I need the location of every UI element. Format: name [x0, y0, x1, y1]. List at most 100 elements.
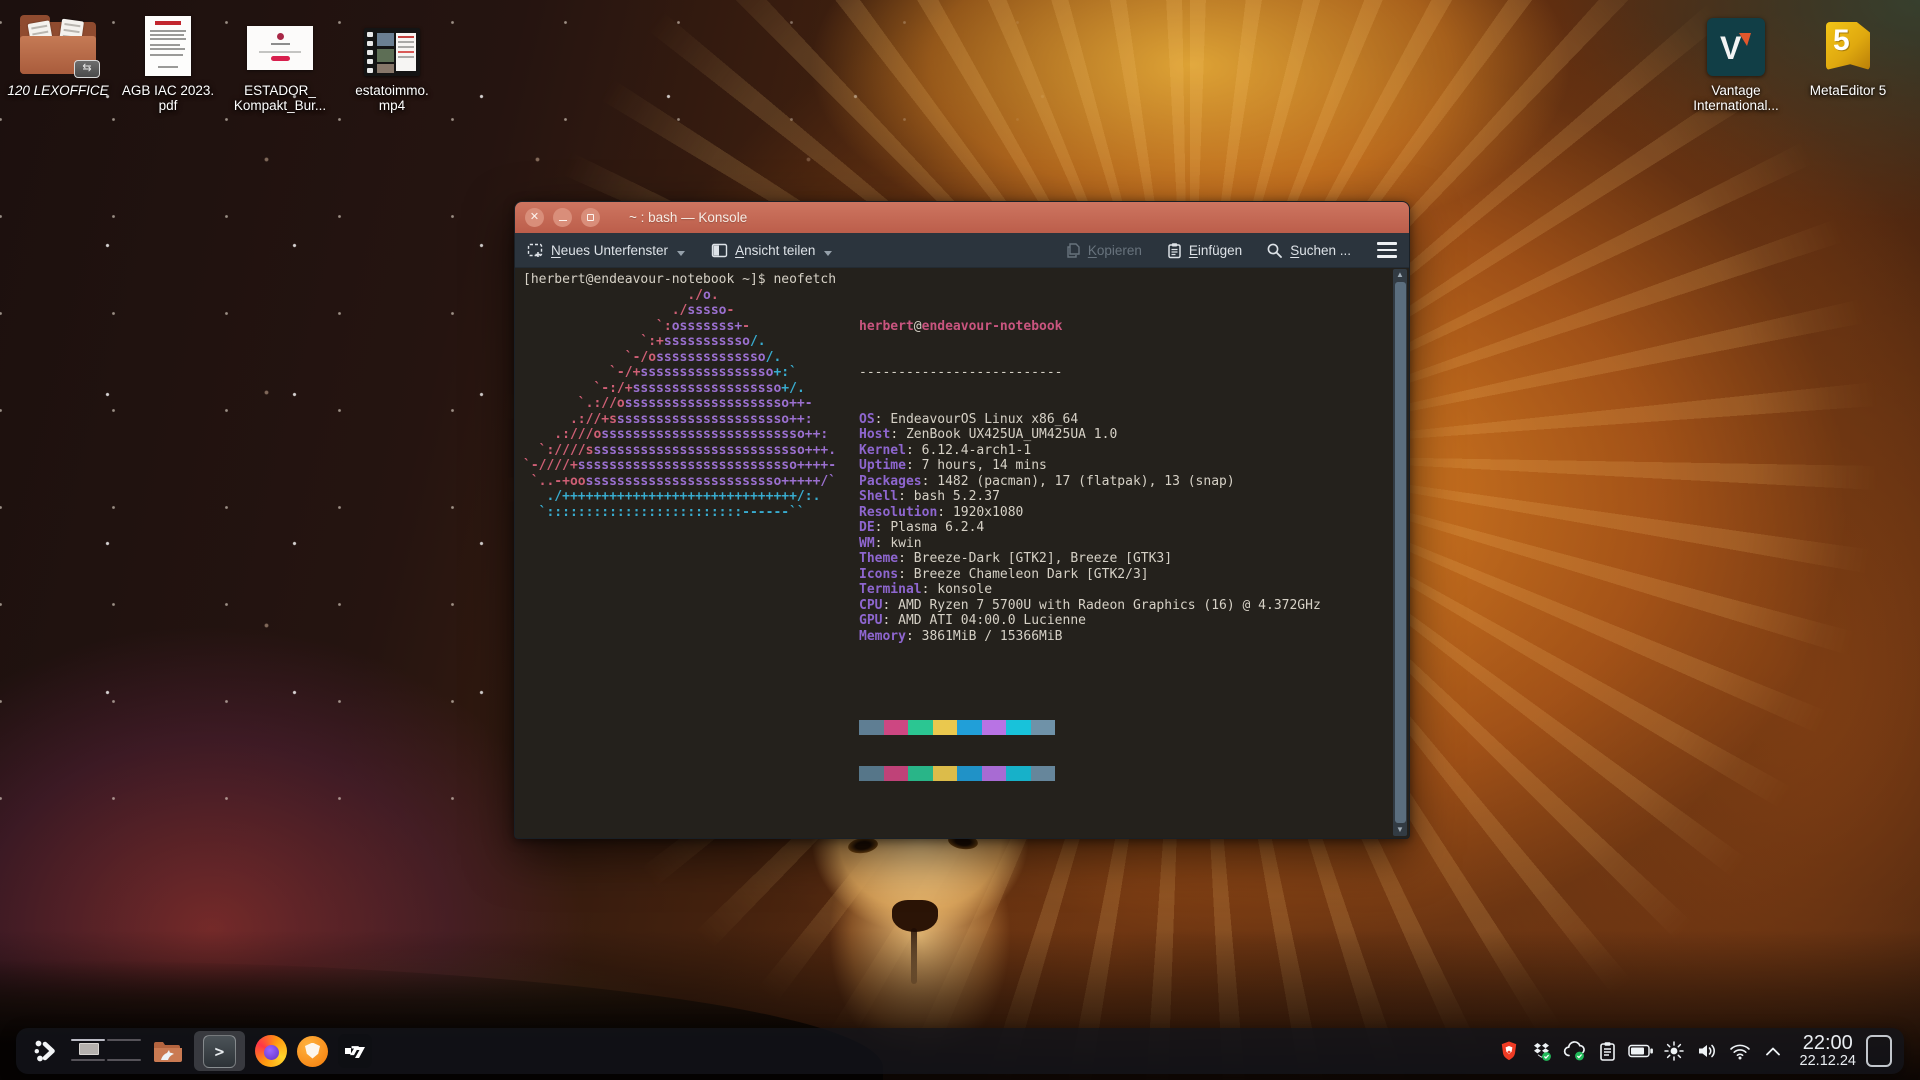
- palette-color-block: [1006, 720, 1031, 735]
- info-line: GPU: AMD ATI 04:00.0 Lucienne: [859, 613, 1321, 629]
- terminal-area[interactable]: [herbert@endeavour-notebook ~]$ neofetch…: [515, 268, 1409, 838]
- clock-time: 22:00: [1800, 1033, 1856, 1054]
- virtual-desktop-pager[interactable]: [71, 1031, 141, 1071]
- neofetch-title: herbert@endeavour-notebook: [859, 319, 1321, 335]
- paste-button[interactable]: Einfügen: [1166, 242, 1242, 259]
- search-icon: [1266, 242, 1283, 259]
- wifi-tray-icon[interactable]: [1727, 1036, 1753, 1066]
- pager-desktop-4[interactable]: [107, 1059, 141, 1061]
- desktop-icon-estador[interactable]: ESTADOR_ Kompakt_Bur...: [224, 12, 336, 114]
- brave-tray-icon[interactable]: [1496, 1036, 1522, 1066]
- info-line: Shell: bash 5.2.37: [859, 489, 1321, 505]
- vantage-logo-icon: V: [1707, 18, 1765, 76]
- scroll-down-arrow[interactable]: ▼: [1393, 824, 1407, 836]
- palette-color-block: [933, 766, 958, 781]
- art-line: ./++++++++++++++++++++++++++++++/:.: [523, 489, 859, 505]
- digital-clock[interactable]: 22:00 22.12.24: [1800, 1033, 1856, 1069]
- art-line: `:+sssssssssso/.: [523, 334, 859, 350]
- palette-row-bottom: [859, 766, 1321, 781]
- pager-desktop-2[interactable]: [107, 1039, 141, 1041]
- palette-color-block: [884, 720, 909, 735]
- palette-color-block: [884, 766, 909, 781]
- konsole-toolbar: Neues Unterfenster Ansicht teilen Kopier…: [515, 233, 1409, 268]
- document-thumbnail: [247, 26, 313, 70]
- info-line: Terminal: konsole: [859, 582, 1321, 598]
- konsole-window: ✕ ~ : bash — Konsole Neues Unterfenster …: [514, 201, 1410, 839]
- video-thumbnail: [364, 28, 420, 76]
- desktop-icon-lexoffice[interactable]: ⇆ 120 LEXOFFICE: [2, 12, 114, 99]
- art-line: `.://osssssssssssssssssssso++-: [523, 396, 859, 412]
- taskbar-tradingview[interactable]: [338, 1031, 372, 1071]
- art-line: `-/ossssssssssssso/.: [523, 350, 859, 366]
- palette-color-block: [933, 720, 958, 735]
- brightness-tray-icon[interactable]: [1661, 1036, 1687, 1066]
- maximize-button[interactable]: [581, 208, 600, 227]
- info-line: Theme: Breeze-Dark [GTK2], Breeze [GTK3]: [859, 551, 1321, 567]
- show-desktop-button[interactable]: [1866, 1035, 1892, 1067]
- pager-desktop-1[interactable]: [71, 1039, 105, 1041]
- info-line: Host: ZenBook UX425UA_UM425UA 1.0: [859, 427, 1321, 443]
- palette-color-block: [1006, 766, 1031, 781]
- art-line: `-:/+sssssssssssssssssso+/.: [523, 381, 859, 397]
- desktop-icon-label: MetaEditor 5: [1792, 84, 1904, 99]
- desktop-icon-label: Vantage International...: [1680, 84, 1792, 114]
- desktop: ⇆ 120 LEXOFFICE AGB IAC 2023. pdf ESTADO…: [0, 0, 1920, 1080]
- chevron-down-icon: [677, 251, 685, 256]
- split-view-button[interactable]: Ansicht teilen: [711, 242, 832, 259]
- info-line: Uptime: 7 hours, 14 mins: [859, 458, 1321, 474]
- art-line: `-////+ssssssssssssssssssssssssssso++++-: [523, 458, 859, 474]
- new-tab-button[interactable]: Neues Unterfenster: [527, 242, 685, 259]
- neofetch-palette: [859, 689, 1321, 812]
- menu-button[interactable]: [1377, 242, 1397, 257]
- dropbox-tray-icon[interactable]: [1529, 1036, 1555, 1066]
- terminal-line-command: [herbert@endeavour-notebook ~]$ neofetch: [523, 272, 1387, 288]
- pager-desktop-3[interactable]: [71, 1059, 105, 1061]
- system-tray: [1496, 1036, 1786, 1066]
- desktop-icon-vantage[interactable]: V Vantage International...: [1680, 12, 1792, 114]
- copy-button[interactable]: Kopieren: [1065, 242, 1142, 259]
- taskbar-konsole-active[interactable]: >: [194, 1031, 245, 1071]
- folder-link-emblem: ⇆: [74, 60, 100, 78]
- art-line: .:///ossssssssssssssssssssssssso++:: [523, 427, 859, 443]
- taskbar-dolphin[interactable]: [151, 1031, 184, 1071]
- clipboard-tray-icon[interactable]: [1595, 1036, 1621, 1066]
- window-titlebar[interactable]: ✕ ~ : bash — Konsole: [515, 202, 1409, 233]
- desktop-icon-label: AGB IAC 2023. pdf: [112, 84, 224, 114]
- minimize-button[interactable]: [553, 208, 572, 227]
- search-button[interactable]: Suchen ...: [1266, 242, 1351, 259]
- chevron-down-icon: [824, 251, 832, 256]
- scroll-up-arrow[interactable]: ▲: [1393, 269, 1407, 281]
- art-line: .://+sssssssssssssssssssssso++:: [523, 412, 859, 428]
- palette-color-block: [957, 766, 982, 781]
- taskbar-brave[interactable]: [297, 1031, 328, 1071]
- desktop-icon-video[interactable]: estatoimmo. mp4: [336, 12, 448, 114]
- terminal-scrollbar[interactable]: ▲ ▼: [1393, 269, 1407, 836]
- scrollbar-thumb[interactable]: [1395, 282, 1406, 823]
- tray-expander-chevron[interactable]: [1760, 1036, 1786, 1066]
- desktop-icon-label: ESTADOR_ Kompakt_Bur...: [224, 84, 336, 114]
- palette-color-block: [982, 720, 1007, 735]
- neofetch-art: ./o. ./sssso- `:osssssss+- `:+ssssssssss…: [523, 288, 859, 521]
- metaeditor-logo-icon: 5: [1820, 18, 1876, 76]
- info-line: WM: kwin: [859, 536, 1321, 552]
- info-line: Packages: 1482 (pacman), 17 (flatpak), 1…: [859, 474, 1321, 490]
- taskbar-firefox[interactable]: [255, 1031, 287, 1071]
- desktop-icon-label: 120 LEXOFFICE: [2, 84, 114, 99]
- copy-icon: [1065, 242, 1081, 259]
- palette-color-block: [859, 766, 884, 781]
- close-button[interactable]: ✕: [525, 208, 544, 227]
- info-line: OS: EndeavourOS Linux x86_64: [859, 412, 1321, 428]
- app-launcher-button[interactable]: [31, 1031, 61, 1071]
- tradingview-icon: [338, 1034, 372, 1068]
- app-launcher-icon: [31, 1036, 61, 1066]
- battery-tray-icon[interactable]: [1628, 1036, 1654, 1066]
- volume-tray-icon[interactable]: [1694, 1036, 1720, 1066]
- new-tab-icon: [527, 242, 544, 259]
- palette-color-block: [1031, 720, 1056, 735]
- taskbar: >: [16, 1028, 1904, 1074]
- desktop-icon-pdf[interactable]: AGB IAC 2023. pdf: [112, 12, 224, 114]
- info-line: Resolution: 1920x1080: [859, 505, 1321, 521]
- art-line: ./sssso-: [523, 303, 859, 319]
- cloud-sync-tray-icon[interactable]: [1562, 1036, 1588, 1066]
- desktop-icon-metaeditor[interactable]: 5 MetaEditor 5: [1792, 12, 1904, 99]
